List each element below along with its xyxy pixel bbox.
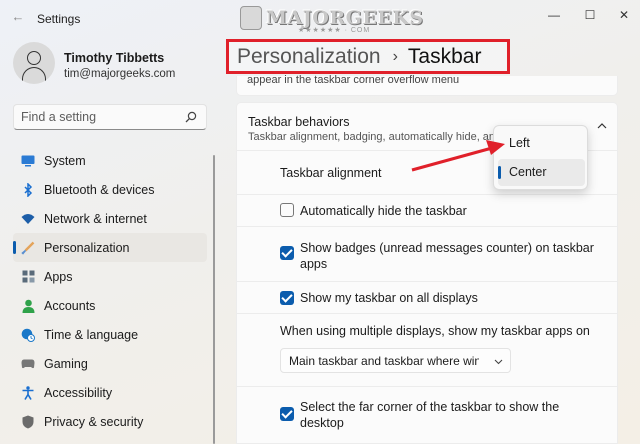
sidebar-item-label: Bluetooth & devices bbox=[44, 182, 155, 197]
sidebar-item-gaming[interactable]: Gaming bbox=[13, 349, 207, 378]
sidebar-item-label: System bbox=[44, 153, 86, 168]
user-name: Timothy Tibbetts bbox=[64, 51, 165, 65]
section-subtitle: Taskbar alignment, badging, automaticall… bbox=[248, 131, 502, 143]
sidebar-item-personalization[interactable]: Personalization bbox=[13, 233, 207, 262]
multi-display-value: Main taskbar and taskbar where window is… bbox=[289, 354, 479, 368]
multi-display-label: When using multiple displays, show my ta… bbox=[280, 324, 590, 338]
minimize-button[interactable]: — bbox=[536, 4, 572, 26]
app-title: Settings bbox=[37, 12, 81, 26]
sidebar-item-privacy[interactable]: Privacy & security bbox=[13, 407, 207, 436]
sidebar-item-apps[interactable]: Apps bbox=[13, 262, 207, 291]
sidebar-item-accessibility[interactable]: Accessibility bbox=[13, 378, 207, 407]
far-corner-row: Select the far corner of the taskbar to … bbox=[236, 387, 618, 444]
avatar-body-icon bbox=[22, 67, 46, 83]
badges-checkbox[interactable] bbox=[280, 246, 294, 260]
far-corner-label-line2: desktop bbox=[300, 416, 344, 430]
breadcrumb: Personalization › Taskbar bbox=[226, 39, 510, 74]
badges-row: Show badges (unread messages counter) on… bbox=[236, 227, 618, 282]
settings-window: ← Settings — ☐ ✕ MAJORGEEKS ★★★★★★ · COM… bbox=[0, 0, 640, 444]
sidebar-item-label: Accessibility bbox=[44, 385, 113, 400]
person-icon bbox=[21, 299, 35, 313]
sidebar-item-label: Network & internet bbox=[44, 211, 147, 226]
sidebar-item-label: Gaming bbox=[44, 356, 88, 371]
user-email: tim@majorgeeks.com bbox=[64, 68, 176, 80]
shield-icon bbox=[21, 415, 35, 429]
sidebar-item-label: Accounts bbox=[44, 298, 96, 313]
accessibility-icon bbox=[21, 385, 35, 400]
breadcrumb-separator-icon: › bbox=[392, 47, 398, 65]
sidebar-item-label: Apps bbox=[44, 269, 73, 284]
back-arrow-icon[interactable]: ← bbox=[10, 9, 26, 25]
wifi-icon bbox=[21, 212, 35, 226]
option-label: Center bbox=[509, 165, 547, 179]
alignment-option-left[interactable]: Left bbox=[498, 130, 585, 157]
taskbar-alignment-label: Taskbar alignment bbox=[280, 166, 382, 180]
apps-icon bbox=[21, 270, 35, 284]
avatar[interactable] bbox=[13, 42, 55, 84]
search-input[interactable]: Find a setting bbox=[21, 110, 96, 124]
auto-hide-row: Automatically hide the taskbar bbox=[236, 195, 618, 227]
watermark-logo-icon bbox=[240, 6, 262, 30]
all-displays-row: Show my taskbar on all displays bbox=[236, 282, 618, 314]
auto-hide-label: Automatically hide the taskbar bbox=[300, 204, 467, 218]
monitor-icon bbox=[21, 154, 35, 168]
brush-icon bbox=[21, 241, 35, 255]
badges-label-line1: Show badges (unread messages counter) on… bbox=[300, 241, 594, 255]
auto-hide-checkbox[interactable] bbox=[280, 203, 294, 217]
option-label: Left bbox=[509, 136, 530, 150]
chevron-down-icon bbox=[494, 359, 503, 365]
search-box[interactable]: Find a setting bbox=[13, 104, 207, 130]
multi-display-row: When using multiple displays, show my ta… bbox=[236, 314, 618, 387]
watermark-stars: ★★★★★★ · COM bbox=[298, 27, 371, 34]
sidebar-item-bluetooth[interactable]: Bluetooth & devices bbox=[13, 175, 207, 204]
all-displays-label: Show my taskbar on all displays bbox=[300, 291, 478, 305]
multi-display-dropdown[interactable]: Main taskbar and taskbar where window is… bbox=[280, 348, 511, 373]
previous-card: appear in the taskbar corner overflow me… bbox=[236, 74, 618, 96]
all-displays-checkbox[interactable] bbox=[280, 291, 294, 305]
far-corner-label-line1: Select the far corner of the taskbar to … bbox=[300, 400, 560, 414]
close-button[interactable]: ✕ bbox=[606, 4, 640, 26]
sidebar-item-time-language[interactable]: Time & language bbox=[13, 320, 207, 349]
previous-card-text: appear in the taskbar corner overflow me… bbox=[247, 74, 460, 86]
sidebar-item-label: Privacy & security bbox=[44, 414, 144, 429]
sidebar-item-label: Personalization bbox=[44, 240, 130, 255]
chevron-up-icon[interactable] bbox=[597, 121, 607, 131]
gamepad-icon bbox=[21, 357, 35, 371]
globe-clock-icon bbox=[21, 328, 35, 342]
maximize-button[interactable]: ☐ bbox=[572, 4, 608, 26]
watermark: MAJORGEEKS ★★★★★★ · COM bbox=[240, 4, 424, 34]
section-title: Taskbar behaviors bbox=[248, 115, 350, 129]
avatar-head-icon bbox=[27, 51, 41, 65]
sidebar-nav: System Bluetooth & devices Network & int… bbox=[13, 146, 207, 436]
sidebar-item-system[interactable]: System bbox=[13, 146, 207, 175]
far-corner-checkbox[interactable] bbox=[280, 407, 294, 421]
sidebar-item-network[interactable]: Network & internet bbox=[13, 204, 207, 233]
badges-label-line2: apps bbox=[300, 257, 328, 271]
alignment-option-center[interactable]: Center bbox=[498, 159, 585, 186]
sidebar-scrollbar[interactable] bbox=[213, 155, 215, 444]
sidebar-item-label: Time & language bbox=[44, 327, 139, 342]
alignment-flyout: Left Center bbox=[493, 125, 588, 190]
bluetooth-icon bbox=[21, 182, 35, 197]
page-title: Taskbar bbox=[407, 44, 482, 68]
search-icon[interactable] bbox=[185, 111, 197, 123]
sidebar-item-accounts[interactable]: Accounts bbox=[13, 291, 207, 320]
breadcrumb-parent[interactable]: Personalization bbox=[237, 45, 381, 69]
